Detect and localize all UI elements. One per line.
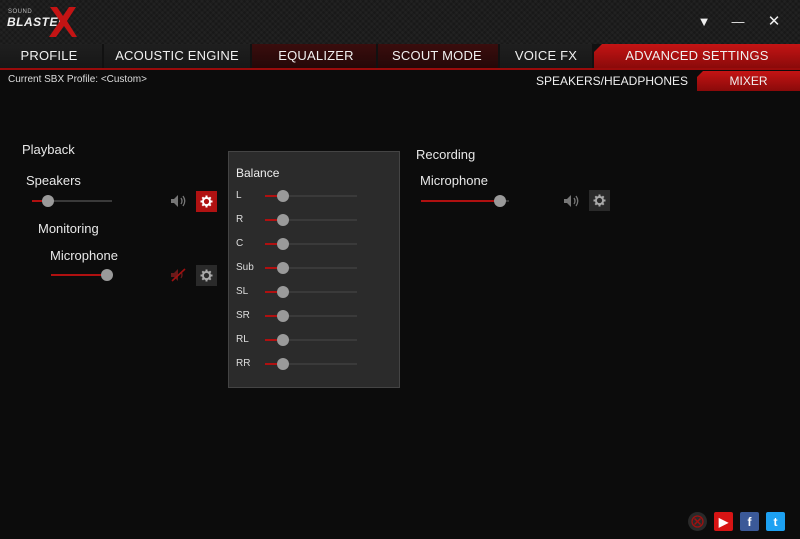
- slider-knob[interactable]: [494, 195, 506, 207]
- balance-slider-r[interactable]: [265, 214, 357, 226]
- slider-knob[interactable]: [277, 310, 289, 322]
- cancel-icon: [691, 515, 704, 528]
- playback-heading: Playback: [22, 142, 75, 157]
- current-profile-label: Current SBX Profile: <Custom>: [8, 74, 147, 85]
- app-logo: SOUND BLASTER: [6, 5, 77, 39]
- gear-icon: [200, 269, 213, 282]
- balance-slider-c[interactable]: [265, 238, 357, 250]
- tab-divider: [0, 68, 800, 70]
- recording-microphone-label: Microphone: [420, 173, 488, 188]
- balance-channel-label: L: [236, 190, 242, 201]
- balance-channel-label: RL: [236, 334, 249, 345]
- balance-channel-label: R: [236, 214, 244, 225]
- monitoring-settings-button[interactable]: [196, 265, 217, 286]
- balance-slider-sub[interactable]: [265, 262, 357, 274]
- slider-knob[interactable]: [277, 334, 289, 346]
- close-button[interactable]: ✕: [763, 12, 785, 32]
- speakers-settings-button[interactable]: [196, 191, 217, 212]
- subtab-speakers-headphones[interactable]: SPEAKERS/HEADPHONES: [530, 71, 694, 91]
- balance-title: Balance: [236, 166, 280, 180]
- tab-advanced-settings[interactable]: ADVANCED SETTINGS: [594, 44, 800, 68]
- tab-profile[interactable]: PROFILE: [0, 44, 98, 68]
- slider-knob[interactable]: [42, 195, 54, 207]
- slider-knob[interactable]: [277, 286, 289, 298]
- slider-knob[interactable]: [101, 269, 113, 281]
- monitoring-microphone-slider[interactable]: [51, 269, 113, 281]
- tab-acoustic-engine[interactable]: ACOUSTIC ENGINE: [104, 44, 250, 68]
- monitoring-heading: Monitoring: [38, 221, 99, 236]
- monitoring-microphone-label: Microphone: [50, 248, 118, 263]
- slider-knob[interactable]: [277, 358, 289, 370]
- tab-equalizer[interactable]: EQUALIZER: [252, 44, 380, 68]
- balance-channel-label: RR: [236, 358, 251, 369]
- gear-icon: [593, 194, 606, 207]
- speakers-label: Speakers: [26, 173, 81, 188]
- balance-slider-rl[interactable]: [265, 334, 357, 346]
- slider-knob[interactable]: [277, 214, 289, 226]
- main-tab-bar: PROFILE ACOUSTIC ENGINE EQUALIZER SCOUT …: [0, 44, 800, 68]
- slider-knob[interactable]: [277, 238, 289, 250]
- menu-dropdown-button[interactable]: ▼: [693, 12, 715, 32]
- recording-mute-icon[interactable]: [563, 194, 581, 208]
- balance-slider-l[interactable]: [265, 190, 357, 202]
- slider-fill: [51, 274, 107, 276]
- monitoring-muted-icon[interactable]: [170, 268, 188, 282]
- balance-slider-rr[interactable]: [265, 358, 357, 370]
- twitter-icon[interactable]: t: [766, 512, 785, 531]
- speakers-volume-slider[interactable]: [32, 195, 112, 207]
- gear-icon: [200, 195, 213, 208]
- tab-scout-mode[interactable]: SCOUT MODE: [378, 44, 496, 68]
- logo-x-icon: [49, 7, 77, 37]
- recording-microphone-slider[interactable]: [421, 195, 509, 207]
- title-bar: SOUND BLASTER ▼ — ✕: [0, 0, 800, 44]
- minimize-button[interactable]: —: [727, 12, 749, 32]
- slider-knob[interactable]: [277, 190, 289, 202]
- balance-popup: Balance L R C Sub SL SR RL RR: [228, 151, 400, 388]
- recording-settings-button[interactable]: [589, 190, 610, 211]
- subtab-mixer[interactable]: MIXER: [697, 71, 800, 91]
- balance-channel-label: C: [236, 238, 244, 249]
- youtube-icon[interactable]: ▶: [714, 512, 733, 531]
- slider-knob[interactable]: [277, 262, 289, 274]
- slider-fill: [421, 200, 500, 202]
- balance-slider-sl[interactable]: [265, 286, 357, 298]
- tab-voice-fx[interactable]: VOICE FX: [500, 44, 592, 68]
- balance-channel-label: SR: [236, 310, 250, 321]
- close-social-icon[interactable]: [688, 512, 707, 531]
- balance-channel-label: SL: [236, 286, 249, 297]
- balance-slider-sr[interactable]: [265, 310, 357, 322]
- speakers-mute-icon[interactable]: [170, 194, 188, 208]
- recording-heading: Recording: [416, 147, 476, 162]
- balance-channel-label: Sub: [236, 262, 254, 273]
- facebook-icon[interactable]: f: [740, 512, 759, 531]
